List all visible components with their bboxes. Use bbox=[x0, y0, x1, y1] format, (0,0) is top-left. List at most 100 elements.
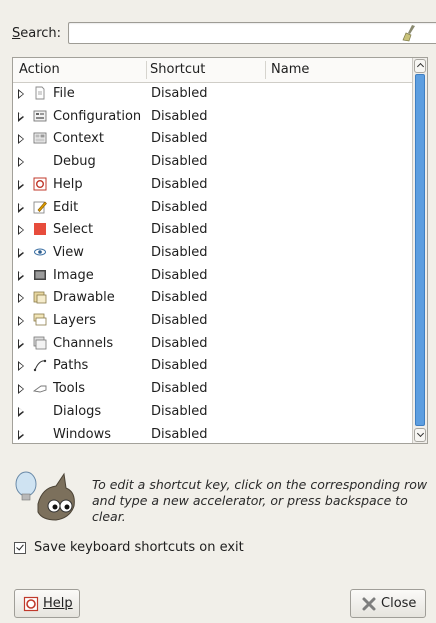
hint-text: To edit a shortcut key, click on the cor… bbox=[92, 477, 428, 524]
search-label: Search: bbox=[12, 26, 62, 41]
row-shortcut-value: Disabled bbox=[151, 131, 208, 147]
tree-row[interactable]: Tools Disabled bbox=[13, 378, 415, 401]
row-shortcut-value: Disabled bbox=[151, 86, 208, 101]
row-shortcut-value: Disabled bbox=[151, 199, 208, 215]
context-icon bbox=[33, 131, 47, 145]
scroll-down-button[interactable] bbox=[414, 428, 426, 442]
row-action-label: Edit bbox=[53, 199, 79, 215]
layers-icon bbox=[33, 313, 47, 327]
row-shortcut-value: Disabled bbox=[151, 244, 208, 260]
close-button[interactable]: Close bbox=[350, 589, 426, 618]
row-shortcut-value: Disabled bbox=[151, 290, 208, 306]
tree-row[interactable]: Channels Disabled bbox=[13, 333, 415, 356]
row-shortcut-value: Disabled bbox=[151, 358, 208, 374]
row-shortcut-value: Disabled bbox=[151, 176, 208, 192]
column-divider bbox=[146, 61, 147, 79]
column-header-action[interactable]: Action bbox=[19, 62, 60, 77]
tree-row[interactable]: Windows Disabled bbox=[13, 424, 415, 444]
paths-icon bbox=[33, 358, 47, 372]
tree-row[interactable]: Paths Disabled bbox=[13, 355, 415, 378]
column-divider bbox=[265, 61, 266, 79]
tree-row[interactable]: Debug Disabled bbox=[13, 151, 415, 174]
expander-arrow-icon[interactable] bbox=[18, 89, 24, 99]
column-header-shortcut[interactable]: Shortcut bbox=[150, 62, 205, 77]
expander-arrow-icon[interactable] bbox=[18, 406, 24, 417]
expander-arrow-icon[interactable] bbox=[18, 429, 24, 440]
row-shortcut-value: Disabled bbox=[151, 403, 208, 419]
row-action-label: Image bbox=[53, 267, 94, 283]
expander-arrow-icon[interactable] bbox=[18, 157, 24, 168]
search-input[interactable] bbox=[68, 22, 436, 44]
row-action-label: File bbox=[53, 86, 75, 101]
file-icon bbox=[33, 86, 47, 100]
help-button-label: Help bbox=[43, 596, 73, 611]
tree-row[interactable]: Layers Disabled bbox=[13, 310, 415, 333]
row-action-label: Configuration bbox=[53, 108, 142, 124]
help-button[interactable]: Help bbox=[14, 589, 80, 618]
tree-row[interactable]: Configuration Disabled bbox=[13, 106, 415, 129]
expander-arrow-icon[interactable] bbox=[18, 361, 24, 372]
search-row: Search: bbox=[12, 22, 436, 46]
row-action-label: Dialogs bbox=[53, 403, 102, 419]
row-action-label: Layers bbox=[53, 313, 97, 328]
row-action-label: Drawable bbox=[53, 290, 115, 306]
tree-row[interactable]: View Disabled bbox=[13, 242, 415, 265]
edit-icon bbox=[33, 200, 47, 214]
view-icon bbox=[33, 245, 47, 259]
expander-arrow-icon[interactable] bbox=[18, 384, 24, 395]
expander-arrow-icon[interactable] bbox=[18, 225, 24, 236]
expander-arrow-icon[interactable] bbox=[18, 293, 24, 304]
expander-arrow-icon[interactable] bbox=[18, 270, 24, 281]
row-shortcut-value: Disabled bbox=[151, 222, 208, 238]
tree-rows: File Disabled Configuration Disabled Context… bbox=[13, 83, 415, 443]
tree-row[interactable]: Dialogs Disabled bbox=[13, 401, 415, 424]
tree-header: Action Shortcut Name bbox=[13, 58, 415, 83]
help-icon bbox=[23, 596, 39, 612]
close-button-label: Close bbox=[381, 596, 417, 611]
row-shortcut-value: Disabled bbox=[151, 154, 208, 170]
expander-arrow-icon[interactable] bbox=[18, 247, 24, 258]
expander-arrow-icon[interactable] bbox=[18, 111, 24, 122]
drawable-icon bbox=[33, 290, 47, 304]
row-action-label: View bbox=[53, 244, 84, 260]
select-icon bbox=[33, 222, 47, 236]
tree-row[interactable]: File Disabled bbox=[13, 83, 415, 106]
expander-arrow-icon[interactable] bbox=[18, 134, 24, 145]
tree-row[interactable]: Edit Disabled bbox=[13, 197, 415, 220]
tools-icon bbox=[32, 381, 47, 395]
expander-arrow-icon[interactable] bbox=[18, 338, 24, 349]
row-action-label: Select bbox=[53, 222, 94, 238]
row-shortcut-value: Disabled bbox=[151, 313, 208, 328]
tree-row[interactable]: Select Disabled bbox=[13, 219, 415, 242]
scroll-up-button[interactable] bbox=[414, 59, 426, 73]
row-action-label: Channels bbox=[53, 335, 114, 351]
channels-icon bbox=[33, 336, 47, 350]
tree-row[interactable]: Context Disabled bbox=[13, 128, 415, 151]
row-shortcut-value: Disabled bbox=[151, 267, 208, 283]
save-shortcuts-checkbox[interactable] bbox=[14, 542, 26, 554]
expander-arrow-icon[interactable] bbox=[18, 316, 24, 326]
save-shortcuts-label: Save keyboard shortcuts on exit bbox=[34, 540, 244, 555]
expander-arrow-icon[interactable] bbox=[18, 202, 24, 213]
scroll-thumb[interactable] bbox=[415, 74, 425, 426]
row-shortcut-value: Disabled bbox=[151, 381, 208, 397]
help-icon bbox=[33, 177, 47, 191]
row-action-label: Paths bbox=[53, 358, 89, 374]
configuration-icon bbox=[33, 109, 47, 123]
image-icon bbox=[33, 268, 47, 282]
row-action-label: Help bbox=[53, 176, 83, 192]
tree-row[interactable]: Help Disabled bbox=[13, 174, 415, 197]
row-action-label: Tools bbox=[53, 381, 86, 397]
column-header-name[interactable]: Name bbox=[271, 62, 309, 77]
row-shortcut-value: Disabled bbox=[151, 335, 208, 351]
tree-row[interactable]: Drawable Disabled bbox=[13, 287, 415, 310]
vertical-scrollbar[interactable] bbox=[412, 58, 427, 443]
shortcuts-tree[interactable]: Action Shortcut Name File Disabled Configu… bbox=[12, 57, 428, 444]
tree-row[interactable]: Image Disabled bbox=[13, 265, 415, 288]
clear-search-icon[interactable] bbox=[400, 24, 418, 42]
row-action-label: Context bbox=[53, 131, 104, 147]
row-shortcut-value: Disabled bbox=[151, 426, 208, 442]
close-icon bbox=[362, 597, 376, 611]
row-action-label: Debug bbox=[53, 154, 96, 170]
expander-arrow-icon[interactable] bbox=[18, 179, 24, 190]
